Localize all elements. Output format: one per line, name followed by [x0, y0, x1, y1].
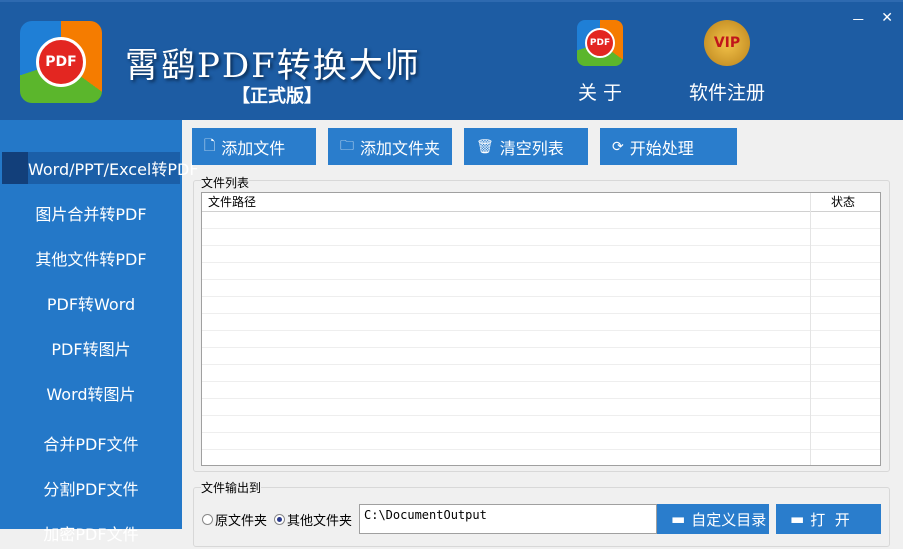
file-add-icon: 🗋: [204, 137, 216, 154]
app-title: 霄鹞PDF转换大师: [125, 46, 421, 86]
table-row: [202, 331, 880, 348]
table-row: [202, 365, 880, 382]
file-table[interactable]: 文件路径 状态: [201, 192, 881, 466]
table-row: [202, 399, 880, 416]
column-header-path[interactable]: 文件路径: [202, 193, 810, 211]
folder-icon: ▬: [790, 510, 805, 528]
custom-directory-button[interactable]: ▬ 自定义目录: [657, 504, 769, 534]
table-row: [202, 450, 880, 465]
sidebar-item-encrypt-pdf[interactable]: 加密PDF文件: [2, 517, 180, 549]
column-header-status[interactable]: 状态: [810, 193, 855, 211]
register-label: 软件注册: [688, 82, 765, 104]
table-row: [202, 314, 880, 331]
open-button[interactable]: ▬ 打 开: [776, 504, 881, 534]
table-row: [202, 433, 880, 450]
table-row: [202, 212, 880, 229]
folder-add-icon: 🗀: [340, 137, 354, 154]
table-row: [202, 416, 880, 433]
close-button[interactable]: ✕: [881, 10, 893, 30]
refresh-icon: ⟳: [612, 138, 624, 155]
radio-other-folder[interactable]: 其他文件夹: [274, 510, 352, 529]
table-row: [202, 263, 880, 280]
sidebar-item-images-to-pdf[interactable]: 图片合并转PDF: [2, 197, 180, 229]
start-button[interactable]: ⟳ 开始处理: [600, 128, 737, 165]
sidebar-item-word-to-image[interactable]: Word转图片: [2, 377, 180, 409]
sidebar-item-pdf-to-image[interactable]: PDF转图片: [2, 332, 180, 364]
folder-icon: ▬: [671, 510, 686, 528]
sidebar: Word/PPT/Excel转PDF 图片合并转PDF 其他文件转PDF PDF…: [0, 120, 199, 544]
sidebar-item-office-to-pdf[interactable]: Word/PPT/Excel转PDF: [2, 152, 199, 184]
pdf-logo-icon: PDF: [577, 20, 623, 66]
table-row: [202, 229, 880, 246]
clear-list-button[interactable]: 🗑 清空列表: [464, 128, 588, 165]
sidebar-item-merge-pdf[interactable]: 合并PDF文件: [2, 427, 180, 459]
output-label: 文件输出到: [201, 479, 262, 496]
table-row: [202, 297, 880, 314]
sidebar-item-split-pdf[interactable]: 分割PDF文件: [2, 472, 180, 504]
table-row: [202, 280, 880, 297]
trash-icon: 🗑: [476, 138, 494, 155]
sidebar-item-other-to-pdf[interactable]: 其他文件转PDF: [2, 242, 180, 274]
add-file-button[interactable]: 🗋 添加文件: [192, 128, 316, 165]
file-list-label: 文件列表: [201, 174, 250, 191]
table-row: [202, 246, 880, 263]
table-row: [202, 382, 880, 399]
edition-label: 【正式版】: [232, 86, 322, 107]
header: PDF 霄鹞PDF转换大师 【正式版】 PDF 关 于 VIP 软件注册 － ✕: [0, 0, 903, 120]
output-path-input[interactable]: C:\DocumentOutput: [359, 504, 657, 534]
radio-original-folder[interactable]: 原文件夹: [202, 510, 267, 529]
minimize-button[interactable]: －: [851, 10, 865, 30]
add-folder-button[interactable]: 🗀 添加文件夹: [328, 128, 452, 165]
about-label: 关 于: [577, 82, 623, 104]
table-row: [202, 348, 880, 365]
app-logo: PDF: [20, 21, 102, 103]
sidebar-item-pdf-to-word[interactable]: PDF转Word: [2, 287, 180, 319]
radio-circle-selected: [274, 514, 285, 525]
vip-icon: VIP: [704, 20, 750, 66]
register-button[interactable]: VIP 软件注册: [685, 20, 769, 105]
about-button[interactable]: PDF 关 于: [570, 20, 630, 105]
radio-circle: [202, 514, 213, 525]
